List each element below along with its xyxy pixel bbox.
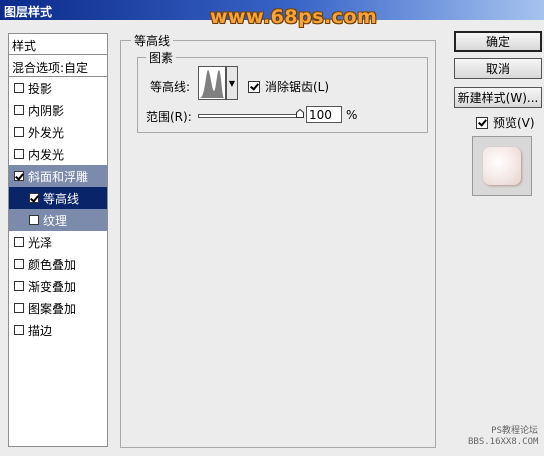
range-slider-track[interactable] — [198, 114, 300, 118]
range-slider-thumb[interactable] — [296, 109, 304, 118]
sidebar-item-satin[interactable]: 光泽 — [9, 231, 107, 253]
style-preview — [472, 136, 532, 196]
ok-button[interactable]: 确定 — [454, 31, 542, 52]
sidebar-item-texture[interactable]: 纹理 — [9, 209, 107, 231]
contour-picker[interactable] — [198, 66, 226, 100]
sidebar-item-gradient-overlay[interactable]: 渐变叠加 — [9, 275, 107, 297]
sidebar-item-stroke[interactable]: 描边 — [9, 319, 107, 341]
contour-group-title: 等高线 — [131, 32, 174, 49]
contour-group: 等高线 图素 等高线: ▼ 消除锯齿(L) 范围(R): 100 % — [120, 32, 436, 448]
bevel-emboss-checkbox[interactable] — [14, 171, 24, 181]
texture-checkbox[interactable] — [29, 215, 39, 225]
style-list: 样式 混合选项:自定 投影 内阴影 外发光 内发光 斜面和浮雕 等高线 纹理 光… — [8, 33, 108, 447]
styles-header[interactable]: 样式 — [9, 34, 107, 55]
watermark-forum: PS教程论坛 BBS.16XX8.COM — [468, 426, 538, 448]
antialias-checkbox[interactable] — [248, 80, 260, 93]
sidebar-item-label: 外发光 — [28, 125, 65, 140]
blend-options-item[interactable]: 混合选项:自定 — [9, 55, 107, 77]
stroke-checkbox[interactable] — [14, 325, 24, 335]
window-title: 图层样式 — [4, 5, 53, 19]
sidebar-item-pattern-overlay[interactable]: 图案叠加 — [9, 297, 107, 319]
antialias-label: 消除锯齿(L) — [265, 80, 330, 94]
sidebar-item-bevel-emboss[interactable]: 斜面和浮雕 — [9, 165, 107, 187]
watermark-forum-line1: PS教程论坛 — [491, 426, 538, 436]
watermark-logo: www.68ps.com — [210, 6, 378, 28]
sidebar-item-label: 纹理 — [43, 213, 68, 228]
cancel-button[interactable]: 取消 — [454, 58, 542, 79]
sidebar-item-label: 内阴影 — [28, 103, 65, 118]
inner-glow-checkbox[interactable] — [14, 149, 24, 159]
sidebar-item-inner-glow[interactable]: 内发光 — [9, 143, 107, 165]
sidebar-item-label: 光泽 — [28, 235, 53, 250]
sidebar-item-contour[interactable]: 等高线 — [9, 187, 107, 209]
range-input[interactable]: 100 — [306, 106, 342, 123]
preview-swatch — [483, 147, 521, 185]
range-label: 范围(R): — [146, 110, 192, 124]
sidebar-item-label: 等高线 — [43, 191, 80, 206]
sidebar-item-drop-shadow[interactable]: 投影 — [9, 77, 107, 99]
sidebar-item-label: 投影 — [28, 81, 53, 96]
outer-glow-checkbox[interactable] — [14, 127, 24, 137]
contour-checkbox[interactable] — [29, 193, 39, 203]
pattern-overlay-checkbox[interactable] — [14, 303, 24, 313]
sidebar-item-label: 斜面和浮雕 — [28, 169, 89, 184]
satin-checkbox[interactable] — [14, 237, 24, 247]
sidebar-item-label: 颜色叠加 — [28, 257, 77, 272]
chevron-down-icon: ▼ — [228, 78, 236, 88]
elements-group: 图素 等高线: ▼ 消除锯齿(L) 范围(R): 100 % — [137, 49, 428, 133]
sidebar-item-outer-glow[interactable]: 外发光 — [9, 121, 107, 143]
sidebar-item-color-overlay[interactable]: 颜色叠加 — [9, 253, 107, 275]
color-overlay-checkbox[interactable] — [14, 259, 24, 269]
contour-dropdown-button[interactable]: ▼ — [226, 66, 238, 100]
watermark-forum-line2: BBS.16XX8.COM — [468, 437, 539, 447]
preview-label: 预览(V) — [493, 116, 535, 130]
sidebar-item-inner-shadow[interactable]: 内阴影 — [9, 99, 107, 121]
preview-option[interactable]: 预览(V) — [476, 114, 535, 131]
sidebar-item-label: 图案叠加 — [28, 301, 77, 316]
inner-shadow-checkbox[interactable] — [14, 105, 24, 115]
sidebar-item-label: 渐变叠加 — [28, 279, 77, 294]
gradient-overlay-checkbox[interactable] — [14, 281, 24, 291]
contour-curve-icon — [200, 70, 224, 98]
sidebar-item-label: 描边 — [28, 323, 53, 338]
new-style-button[interactable]: 新建样式(W)... — [454, 87, 542, 108]
drop-shadow-checkbox[interactable] — [14, 83, 24, 93]
contour-label: 等高线: — [150, 80, 191, 94]
range-unit: % — [346, 108, 358, 122]
elements-group-title: 图素 — [146, 49, 177, 66]
sidebar-item-label: 内发光 — [28, 147, 65, 162]
antialias-option[interactable]: 消除锯齿(L) — [248, 78, 329, 95]
preview-checkbox[interactable] — [476, 116, 488, 129]
